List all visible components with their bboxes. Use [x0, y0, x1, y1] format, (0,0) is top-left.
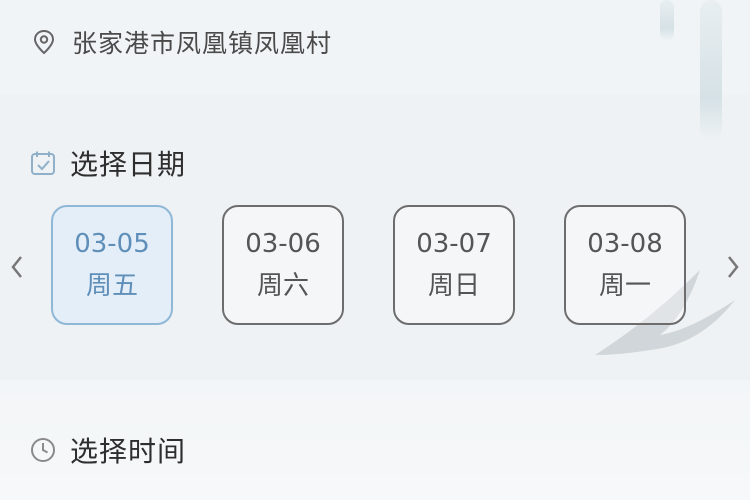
ink-stroke-decoration: [700, 0, 722, 140]
date-option-0307[interactable]: 03-07 周日: [393, 205, 515, 325]
map-pin-icon: [32, 29, 56, 55]
calendar-check-icon: [30, 150, 56, 176]
date-value: 03-07: [416, 229, 492, 259]
time-section-label: 选择时间: [70, 435, 187, 468]
date-option-0306[interactable]: 03-06 周六: [222, 205, 344, 325]
date-value: 03-05: [74, 229, 150, 259]
location-row[interactable]: 张家港市凤凰镇凤凰村: [32, 22, 332, 62]
date-value: 03-08: [587, 229, 663, 259]
date-picker: 03-05 周五 03-06 周六 03-07 周日 03-08 周一: [0, 200, 750, 330]
weekday-value: 周五: [85, 271, 138, 301]
chevron-left-icon[interactable]: [6, 252, 28, 282]
location-text: 张家港市凤凰镇凤凰村: [72, 29, 333, 58]
weekday-value: 周日: [427, 271, 480, 301]
clock-icon: [30, 437, 56, 463]
date-option-0305[interactable]: 03-05 周五: [51, 205, 173, 325]
weekday-value: 周一: [598, 271, 651, 301]
chevron-right-icon[interactable]: [722, 252, 744, 282]
date-section-title: 选择日期: [30, 143, 186, 183]
date-option-0308[interactable]: 03-08 周一: [564, 205, 686, 325]
time-section-title: 选择时间: [30, 430, 186, 470]
weekday-value: 周六: [256, 271, 309, 301]
date-section-label: 选择日期: [70, 148, 187, 181]
ink-stroke-decoration: [660, 0, 674, 40]
date-value: 03-06: [245, 229, 321, 259]
